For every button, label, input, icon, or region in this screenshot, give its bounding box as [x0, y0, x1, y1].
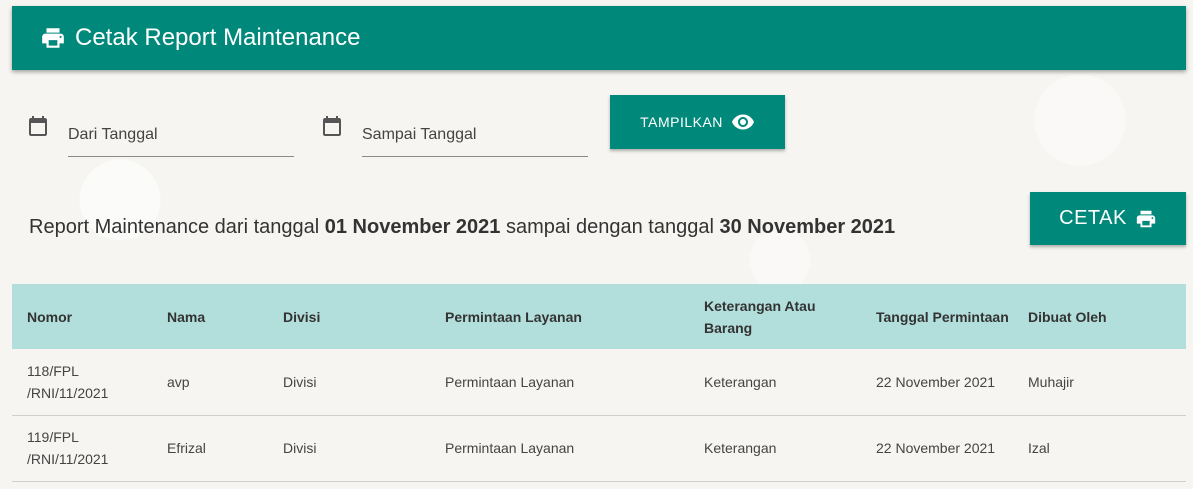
- cell-tanggal: 22 November 2021: [876, 373, 996, 390]
- show-button[interactable]: TAMPILKAN: [610, 95, 785, 149]
- summary-to-date: 30 November 2021: [719, 216, 896, 238]
- col-header-permintaan: Permintaan Layanan: [445, 308, 582, 325]
- cell-divisi: Divisi: [283, 440, 317, 456]
- col-header-nama: Nama: [167, 308, 206, 325]
- cell-nama: avp: [167, 373, 190, 390]
- cell-permintaan: Permintaan Layanan: [445, 440, 575, 456]
- printer-icon: [1136, 210, 1156, 227]
- col-header-dibuat-oleh: Dibuat Oleh: [1028, 308, 1107, 325]
- report-table: Nomor Nama Divisi Permintaan Layanan Ket…: [12, 284, 1186, 482]
- summary-prefix: Report Maintenance dari tanggal: [29, 216, 325, 238]
- cell-keterangan: Keterangan: [704, 373, 777, 390]
- cell-nomor: 119/FPL /RNI/11/2021: [27, 429, 109, 467]
- calendar-icon: [26, 114, 50, 138]
- cell-dibuat-oleh: Muhajir: [1028, 373, 1074, 390]
- summary-middle: sampai dengan tanggal: [500, 216, 720, 238]
- col-header-tanggal: Tanggal Permintaan: [876, 308, 1009, 325]
- table-row: 118/FPL /RNI/11/2021 avp Divisi Perminta…: [12, 349, 1186, 415]
- print-button-label: CETAK: [1059, 207, 1127, 229]
- eye-icon: [731, 114, 754, 130]
- cell-divisi: Divisi: [283, 373, 317, 390]
- from-date-underline: [68, 156, 294, 157]
- from-date-label: Dari Tanggal: [68, 126, 158, 143]
- printer-icon: [40, 25, 66, 51]
- calendar-icon: [320, 114, 344, 138]
- cell-keterangan: Keterangan: [704, 440, 777, 456]
- from-date-field[interactable]: Dari Tanggal: [26, 96, 294, 157]
- col-header-keterangan: Keterangan Atau Barang: [704, 297, 816, 336]
- page-title: Cetak Report Maintenance: [75, 24, 361, 51]
- cell-nama: Efrizal: [167, 440, 206, 456]
- table-header-row: Nomor Nama Divisi Permintaan Layanan Ket…: [12, 284, 1186, 349]
- show-button-label: TAMPILKAN: [640, 114, 723, 130]
- report-summary: Report Maintenance dari tanggal 01 Novem…: [29, 216, 895, 239]
- cell-nomor: 118/FPL /RNI/11/2021: [27, 362, 109, 401]
- summary-from-date: 01 November 2021: [324, 216, 501, 238]
- to-date-field[interactable]: Sampai Tanggal: [320, 96, 588, 157]
- col-header-nomor: Nomor: [27, 308, 73, 325]
- to-date-label: Sampai Tanggal: [362, 126, 477, 143]
- page-header: Cetak Report Maintenance: [12, 6, 1186, 70]
- cell-dibuat-oleh: Izal: [1028, 440, 1050, 456]
- print-button[interactable]: CETAK: [1030, 192, 1186, 245]
- cell-permintaan: Permintaan Layanan: [445, 373, 575, 390]
- to-date-underline: [362, 156, 588, 157]
- cell-tanggal: 22 November 2021: [876, 440, 996, 456]
- col-header-divisi: Divisi: [283, 308, 321, 325]
- table-row: 119/FPL /RNI/11/2021 Efrizal Divisi Perm…: [12, 415, 1186, 481]
